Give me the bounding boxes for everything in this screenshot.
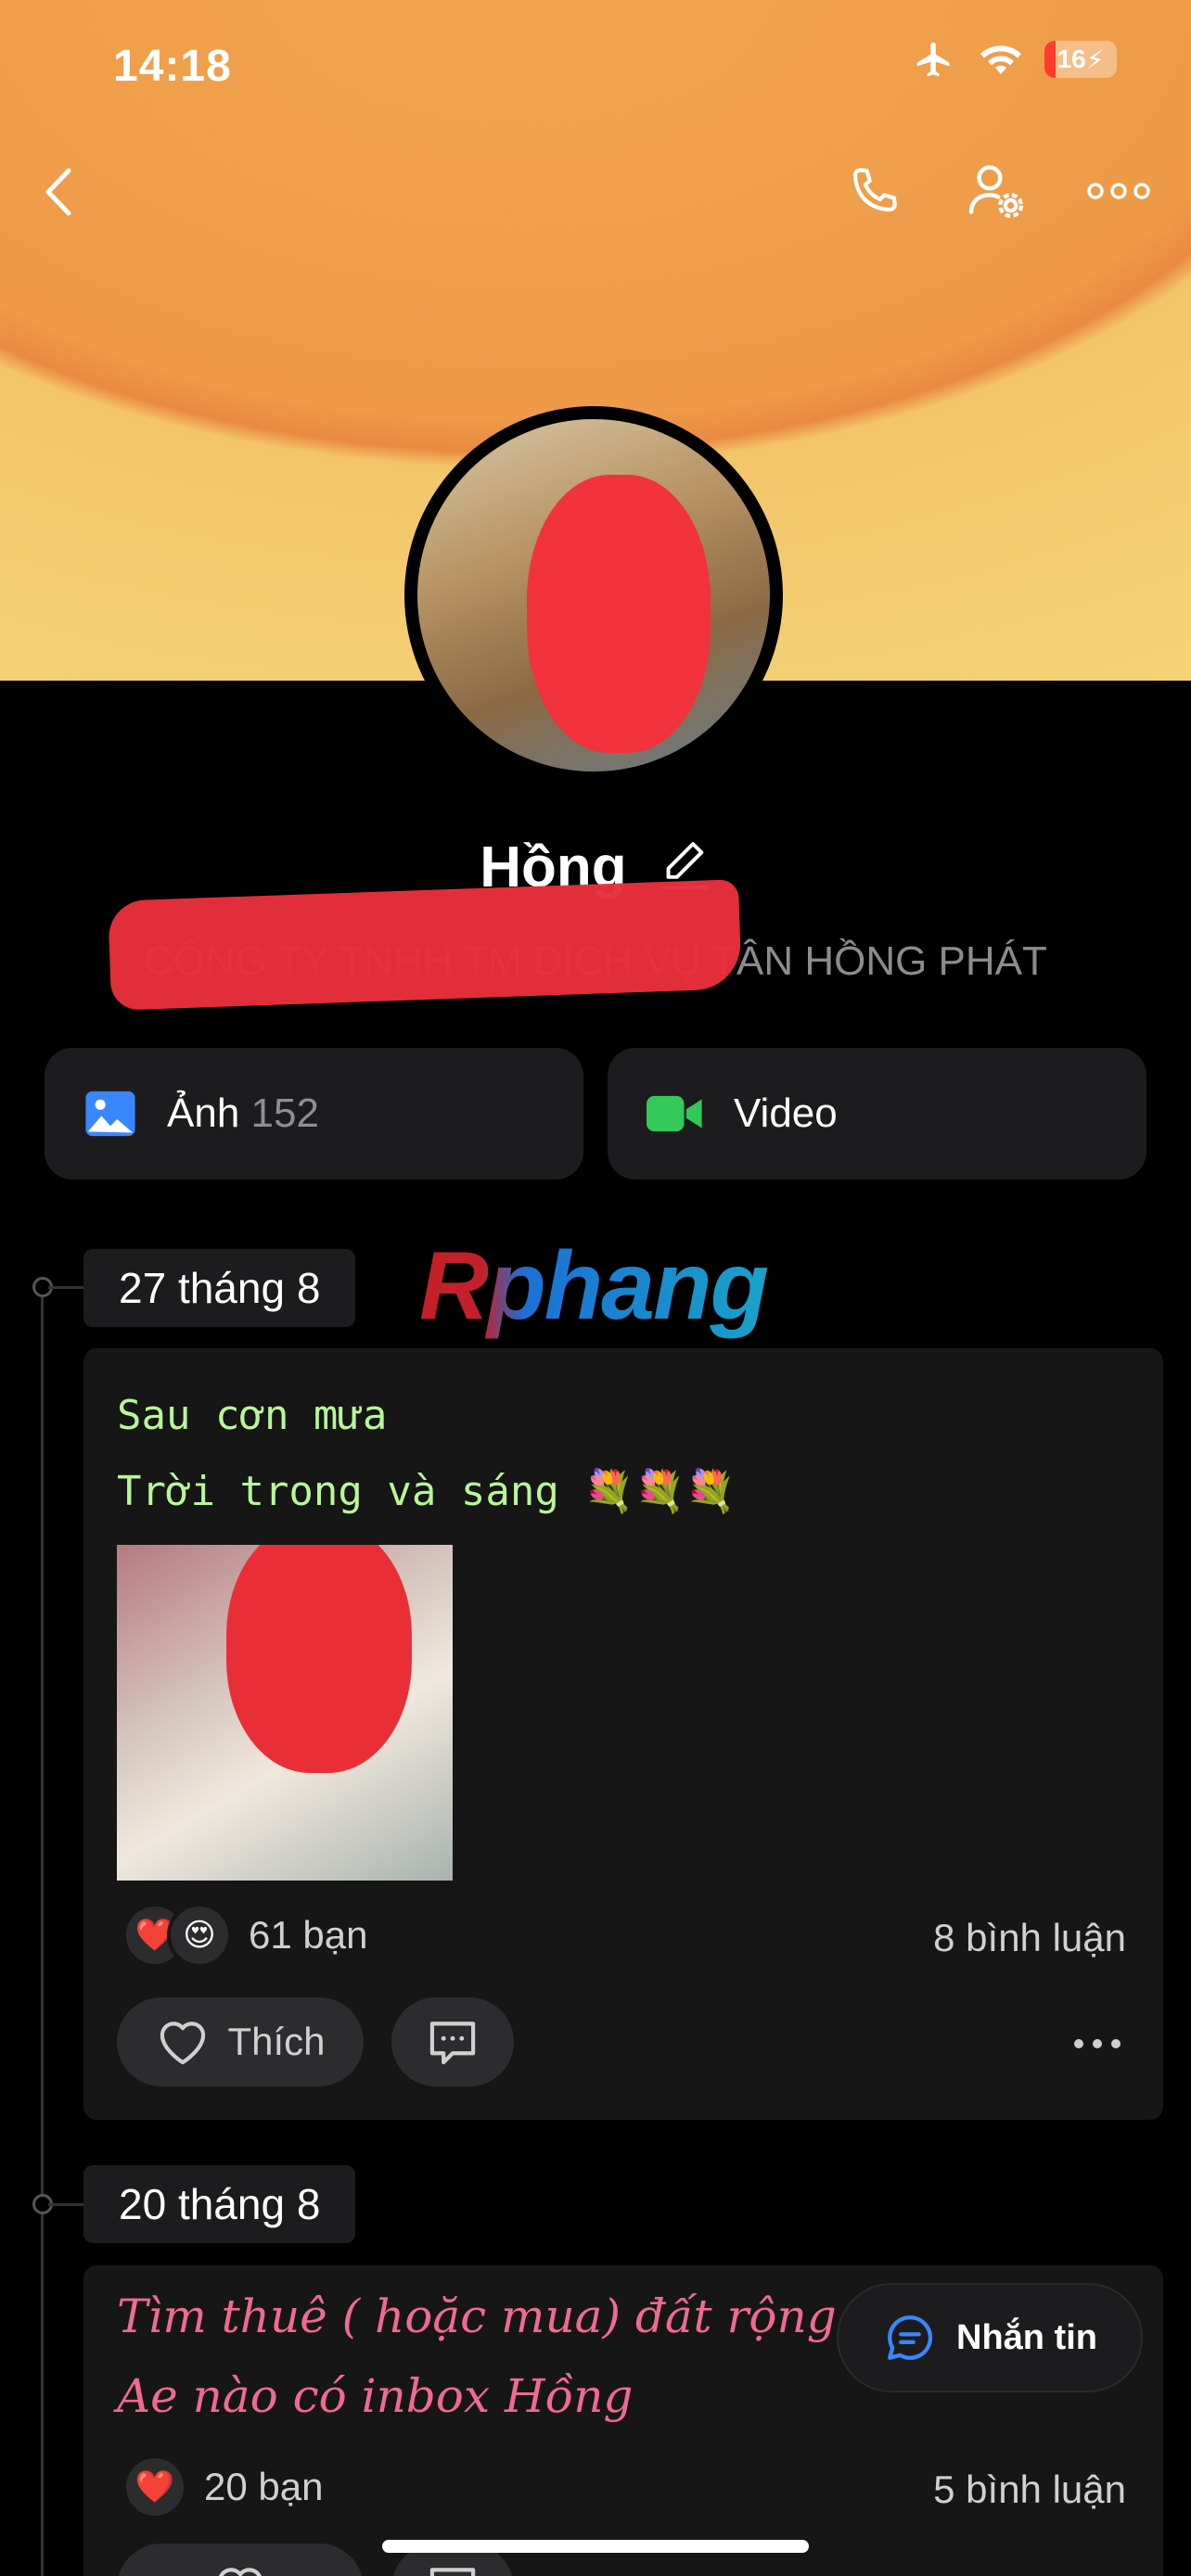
user-settings-icon — [968, 165, 1024, 219]
header-actions — [839, 156, 1154, 226]
post-photo[interactable] — [117, 1545, 453, 1881]
battery-indicator: 16 ⚡ — [1044, 41, 1117, 78]
charging-bolt-icon: ⚡ — [1085, 45, 1105, 74]
timeline-connector — [48, 2203, 87, 2206]
status-icons: 16 ⚡ — [911, 39, 1117, 80]
airplane-icon — [916, 42, 950, 77]
phone-icon — [852, 168, 897, 212]
timeline-connector — [48, 1286, 87, 1289]
avatar-photo — [417, 419, 770, 772]
call-button[interactable] — [839, 156, 909, 226]
more-options-button[interactable] — [1083, 156, 1154, 226]
post-date: 27 tháng 8 — [83, 1249, 356, 1327]
photos-label: Ảnh — [167, 1090, 240, 1136]
post-card[interactable]: Sau cơn mưa Trời trong và sáng 💐💐💐 ❤️ 😍 … — [83, 1348, 1163, 2120]
like-button[interactable]: Thích — [117, 1997, 364, 2086]
battery-level: 16 — [1057, 45, 1086, 73]
redaction-mark — [108, 879, 742, 1011]
media-row: Ảnh 152 Video — [45, 1048, 1146, 1180]
heart-eyes-reaction-icon: 😍 — [167, 1903, 232, 1968]
heart-reaction-icon: ❤️ — [122, 2455, 187, 2519]
message-button[interactable]: Nhắn tin — [837, 2283, 1143, 2392]
videos-button[interactable]: Video — [608, 1048, 1146, 1180]
post-line: Trời trong và sáng 💐💐💐 — [117, 1468, 736, 1515]
wifi-icon — [980, 45, 1021, 74]
comment-button[interactable] — [391, 1997, 514, 2086]
heart-icon — [219, 2568, 262, 2576]
back-button[interactable] — [33, 159, 85, 224]
profile-settings-button[interactable] — [961, 156, 1031, 226]
photo-icon — [85, 1090, 135, 1137]
avatar[interactable] — [404, 406, 783, 784]
reaction-summary[interactable]: ❤️ 😍 61 bạn — [122, 1903, 367, 1968]
reaction-count: 61 bạn — [249, 1913, 368, 1957]
photos-button[interactable]: Ảnh 152 — [45, 1048, 583, 1180]
status-time: 14:18 — [113, 42, 232, 91]
heart-icon — [160, 2021, 206, 2065]
photos-count: 152 — [250, 1090, 319, 1136]
home-indicator — [382, 2540, 809, 2553]
videos-label: Video — [734, 1090, 838, 1136]
post-date: 20 tháng 8 — [83, 2165, 356, 2243]
comment-count[interactable]: 5 bình luận — [933, 2468, 1126, 2512]
watermark: Rphang — [419, 1232, 769, 1340]
video-camera-icon — [647, 1095, 702, 1132]
comment-icon — [429, 2568, 476, 2576]
chevron-left-icon — [45, 168, 71, 216]
more-horizontal-icon — [1087, 183, 1150, 199]
post-body: Sau cơn mưa Trời trong và sáng 💐💐💐 — [117, 1378, 736, 1530]
like-button[interactable] — [117, 2544, 364, 2576]
redaction-mark — [527, 475, 711, 753]
timeline-line — [41, 1285, 44, 2576]
comment-icon — [429, 2021, 476, 2065]
like-label: Thích — [227, 2020, 326, 2063]
message-button-label: Nhắn tin — [956, 2317, 1097, 2357]
reaction-count: 20 bạn — [204, 2465, 324, 2508]
post-line: Sau cơn mưa — [117, 1392, 388, 1439]
redaction-mark — [226, 1545, 412, 1773]
post-more-button[interactable] — [1074, 2039, 1121, 2048]
reaction-summary[interactable]: ❤️ 20 bạn — [122, 2455, 323, 2519]
comment-count[interactable]: 8 bình luận — [933, 1916, 1126, 1960]
chat-bubble-icon — [888, 2315, 933, 2360]
